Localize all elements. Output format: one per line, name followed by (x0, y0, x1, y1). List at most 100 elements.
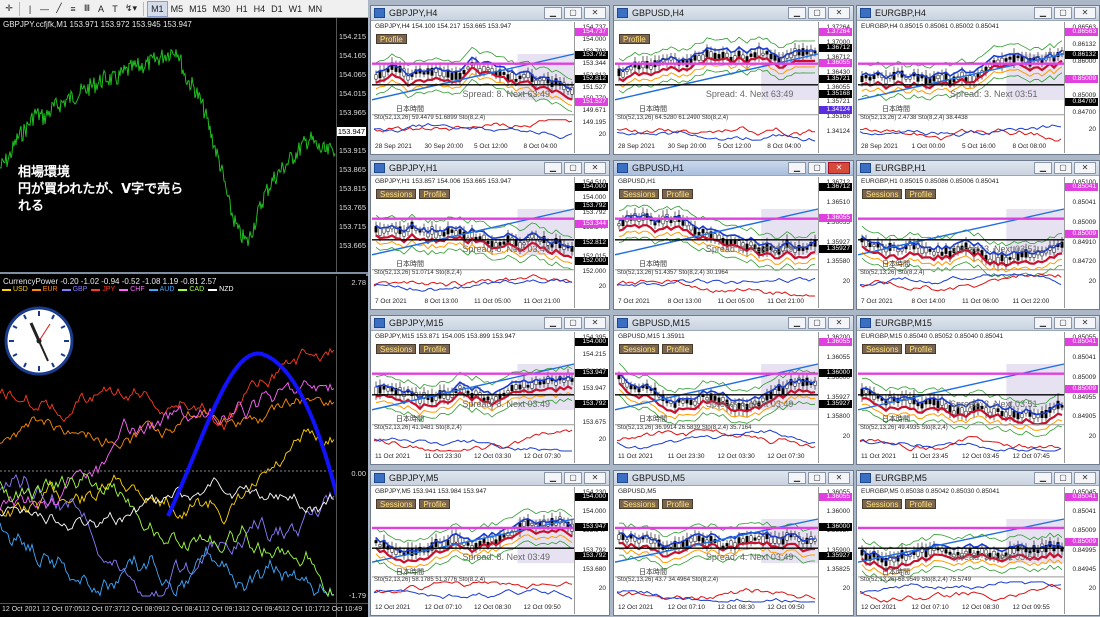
sessions-button[interactable]: Sessions (376, 499, 417, 509)
chart-canvas[interactable]: GBPUSD,H1 SessionsProfile 1.36712 1.36510 1… (615, 177, 852, 308)
profile-button[interactable]: Profile (419, 344, 451, 354)
minimize-button[interactable]: ▁ (544, 162, 562, 174)
window-titlebar[interactable]: GBPUSD,M15 ▁ ▢ ✕ (614, 316, 853, 331)
timeframe-h1[interactable]: H1 (233, 1, 251, 17)
maximize-button[interactable]: ▢ (1054, 472, 1072, 484)
maximize-button[interactable]: ▢ (1054, 317, 1072, 329)
timeframe-d1[interactable]: D1 (268, 1, 286, 17)
sessions-button[interactable]: Sessions (862, 189, 903, 199)
minimize-button[interactable]: ▁ (1034, 7, 1052, 19)
window-titlebar[interactable]: EURGBP,H1 ▁ ▢ ✕ (857, 161, 1099, 176)
close-button[interactable]: ✕ (1074, 472, 1096, 484)
chart-canvas[interactable]: EURGBP,M5 0.85038 0.85042 0.85030 0.8504… (858, 487, 1098, 614)
chart-canvas[interactable]: GBPJPY,M5 153.941 153.984 153.947 Sessio… (372, 487, 608, 614)
maximize-button[interactable]: ▢ (564, 7, 582, 19)
horizontal-line-icon[interactable]: — (37, 1, 52, 17)
maximize-button[interactable]: ▢ (564, 472, 582, 484)
timeframe-m1[interactable]: M1 (147, 0, 168, 17)
window-titlebar[interactable]: EURGBP,H4 ▁ ▢ ✕ (857, 6, 1099, 21)
sessions-button[interactable]: Sessions (619, 499, 660, 509)
close-button[interactable]: ✕ (828, 317, 850, 329)
timeframe-h4[interactable]: H4 (251, 1, 269, 17)
chart-canvas[interactable]: EURGBP,H1 0.85015 0.85086 0.85006 0.8504… (858, 177, 1098, 308)
minimize-button[interactable]: ▁ (544, 317, 562, 329)
chart-window-eurgbp-m5[interactable]: EURGBP,M5 ▁ ▢ ✕ EURGBP,M5 0.85038 0.8504… (856, 470, 1100, 616)
minimize-button[interactable]: ▁ (1034, 162, 1052, 174)
maximize-button[interactable]: ▢ (808, 162, 826, 174)
profile-button[interactable]: Profile (419, 499, 451, 509)
chart-window-gbpjpy-m15[interactable]: GBPJPY,M15 ▁ ▢ ✕ GBPJPY,M15 153.871 154.… (370, 315, 610, 465)
channel-icon[interactable]: ≡ (66, 1, 80, 17)
close-button[interactable]: ✕ (584, 472, 606, 484)
window-titlebar[interactable]: GBPJPY,M5 ▁ ▢ ✕ (371, 471, 609, 486)
chart-window-gbpusd-m15[interactable]: GBPUSD,M15 ▁ ▢ ✕ GBPUSD,M15 1.35911 Sess… (613, 315, 854, 465)
minimize-button[interactable]: ▁ (1034, 472, 1052, 484)
profile-button[interactable]: Profile (905, 344, 937, 354)
chart-window-eurgbp-m15[interactable]: EURGBP,M15 ▁ ▢ ✕ EURGBP,M15 0.85040 0.85… (856, 315, 1100, 465)
close-button[interactable]: ✕ (828, 472, 850, 484)
chart-canvas[interactable]: EURGBP,M15 0.85040 0.85052 0.85040 0.850… (858, 332, 1098, 463)
sessions-button[interactable]: Sessions (862, 344, 903, 354)
timeframe-m5[interactable]: M5 (168, 1, 187, 17)
minimize-button[interactable]: ▁ (788, 472, 806, 484)
timeframe-mn[interactable]: MN (305, 1, 325, 17)
close-button[interactable]: ✕ (584, 317, 606, 329)
chart-window-gbpusd-m5[interactable]: GBPUSD,M5 ▁ ▢ ✕ GBPUSD,M5 Sessions Profil… (613, 470, 854, 616)
window-titlebar[interactable]: GBPJPY,H4 ▁ ▢ ✕ (371, 6, 609, 21)
trendline-icon[interactable]: ╱ (52, 1, 66, 17)
close-button[interactable]: ✕ (828, 162, 850, 174)
chart-window-gbpusd-h1[interactable]: GBPUSD,H1 ▁ ▢ ✕ GBPUSD,H1 Sessions Profil… (613, 160, 854, 310)
window-titlebar[interactable]: GBPUSD,M5 ▁ ▢ ✕ (614, 471, 853, 486)
close-button[interactable]: ✕ (1074, 7, 1096, 19)
profile-button[interactable]: Profile (905, 499, 937, 509)
maximize-button[interactable]: ▢ (808, 7, 826, 19)
maximize-button[interactable]: ▢ (564, 317, 582, 329)
timeframe-m30[interactable]: M30 (210, 1, 234, 17)
chart-canvas[interactable]: GBPUSD,M5 SessionsProfile 1.36055 1.36000 1… (615, 487, 852, 614)
maximize-button[interactable]: ▢ (564, 162, 582, 174)
sessions-button[interactable]: Sessions (862, 499, 903, 509)
price-chart-pane[interactable]: GBPJPY.ccfjfk,M1 153.971 153.972 153.945… (0, 18, 368, 274)
minimize-button[interactable]: ▁ (788, 317, 806, 329)
close-button[interactable]: ✕ (1074, 317, 1096, 329)
profile-button[interactable]: Profile (376, 34, 407, 44)
sessions-button[interactable]: Sessions (619, 344, 660, 354)
profile-button[interactable]: Profile (662, 499, 694, 509)
minimize-button[interactable]: ▁ (544, 7, 562, 19)
minimize-button[interactable]: ▁ (788, 7, 806, 19)
sessions-button[interactable]: Sessions (376, 189, 417, 199)
profile-button[interactable]: Profile (662, 189, 694, 199)
fibonacci-icon[interactable]: Ⅲ (80, 1, 94, 17)
sessions-button[interactable]: Sessions (619, 189, 660, 199)
window-titlebar[interactable]: GBPUSD,H4 ▁ ▢ ✕ (614, 6, 853, 21)
chart-window-gbpjpy-m5[interactable]: GBPJPY,M5 ▁ ▢ ✕ GBPJPY,M5 153.941 153.98… (370, 470, 610, 616)
chart-canvas[interactable]: GBPJPY,H4 154.100 154.217 153.665 153.94… (372, 22, 608, 153)
timeframe-m15[interactable]: M15 (186, 1, 210, 17)
maximize-button[interactable]: ▢ (1054, 162, 1072, 174)
chart-canvas[interactable]: GBPJPY,M15 153.871 154.005 153.899 153.9… (372, 332, 608, 463)
maximize-button[interactable]: ▢ (808, 472, 826, 484)
vertical-line-icon[interactable]: | (23, 1, 37, 17)
window-titlebar[interactable]: GBPUSD,H1 ▁ ▢ ✕ (614, 161, 853, 176)
chart-window-gbpusd-h4[interactable]: GBPUSD,H4 ▁ ▢ ✕ Profile 1.372641.370001.3… (613, 5, 854, 155)
profile-button[interactable]: Profile (662, 344, 694, 354)
cursor-icon[interactable]: ✛ (2, 1, 16, 17)
window-titlebar[interactable]: EURGBP,M15 ▁ ▢ ✕ (857, 316, 1099, 331)
chart-window-gbpjpy-h1[interactable]: GBPJPY,H1 ▁ ▢ ✕ GBPJPY,H1 153.857 154.00… (370, 160, 610, 310)
window-titlebar[interactable]: EURGBP,M5 ▁ ▢ ✕ (857, 471, 1099, 486)
chart-window-eurgbp-h4[interactable]: EURGBP,H4 ▁ ▢ ✕ EURGBP,H4 0.85015 0.8506… (856, 5, 1100, 155)
text-tool-icon[interactable]: A (94, 1, 108, 17)
close-button[interactable]: ✕ (584, 162, 606, 174)
sessions-button[interactable]: Sessions (376, 344, 417, 354)
chart-canvas[interactable]: GBPUSD,M15 1.35911 SessionsProfile1.3620… (615, 332, 852, 463)
maximize-button[interactable]: ▢ (808, 317, 826, 329)
profile-button[interactable]: Profile (905, 189, 937, 199)
chart-canvas[interactable]: GBPJPY,H1 153.857 154.006 153.665 153.94… (372, 177, 608, 308)
minimize-button[interactable]: ▁ (1034, 317, 1052, 329)
shapes-icon[interactable]: ↯▾ (122, 1, 140, 17)
window-titlebar[interactable]: GBPJPY,H1 ▁ ▢ ✕ (371, 161, 609, 176)
profile-button[interactable]: Profile (419, 189, 451, 199)
chart-canvas[interactable]: Profile 1.372641.370001.367121.364301.360… (615, 22, 852, 153)
minimize-button[interactable]: ▁ (788, 162, 806, 174)
close-button[interactable]: ✕ (584, 7, 606, 19)
